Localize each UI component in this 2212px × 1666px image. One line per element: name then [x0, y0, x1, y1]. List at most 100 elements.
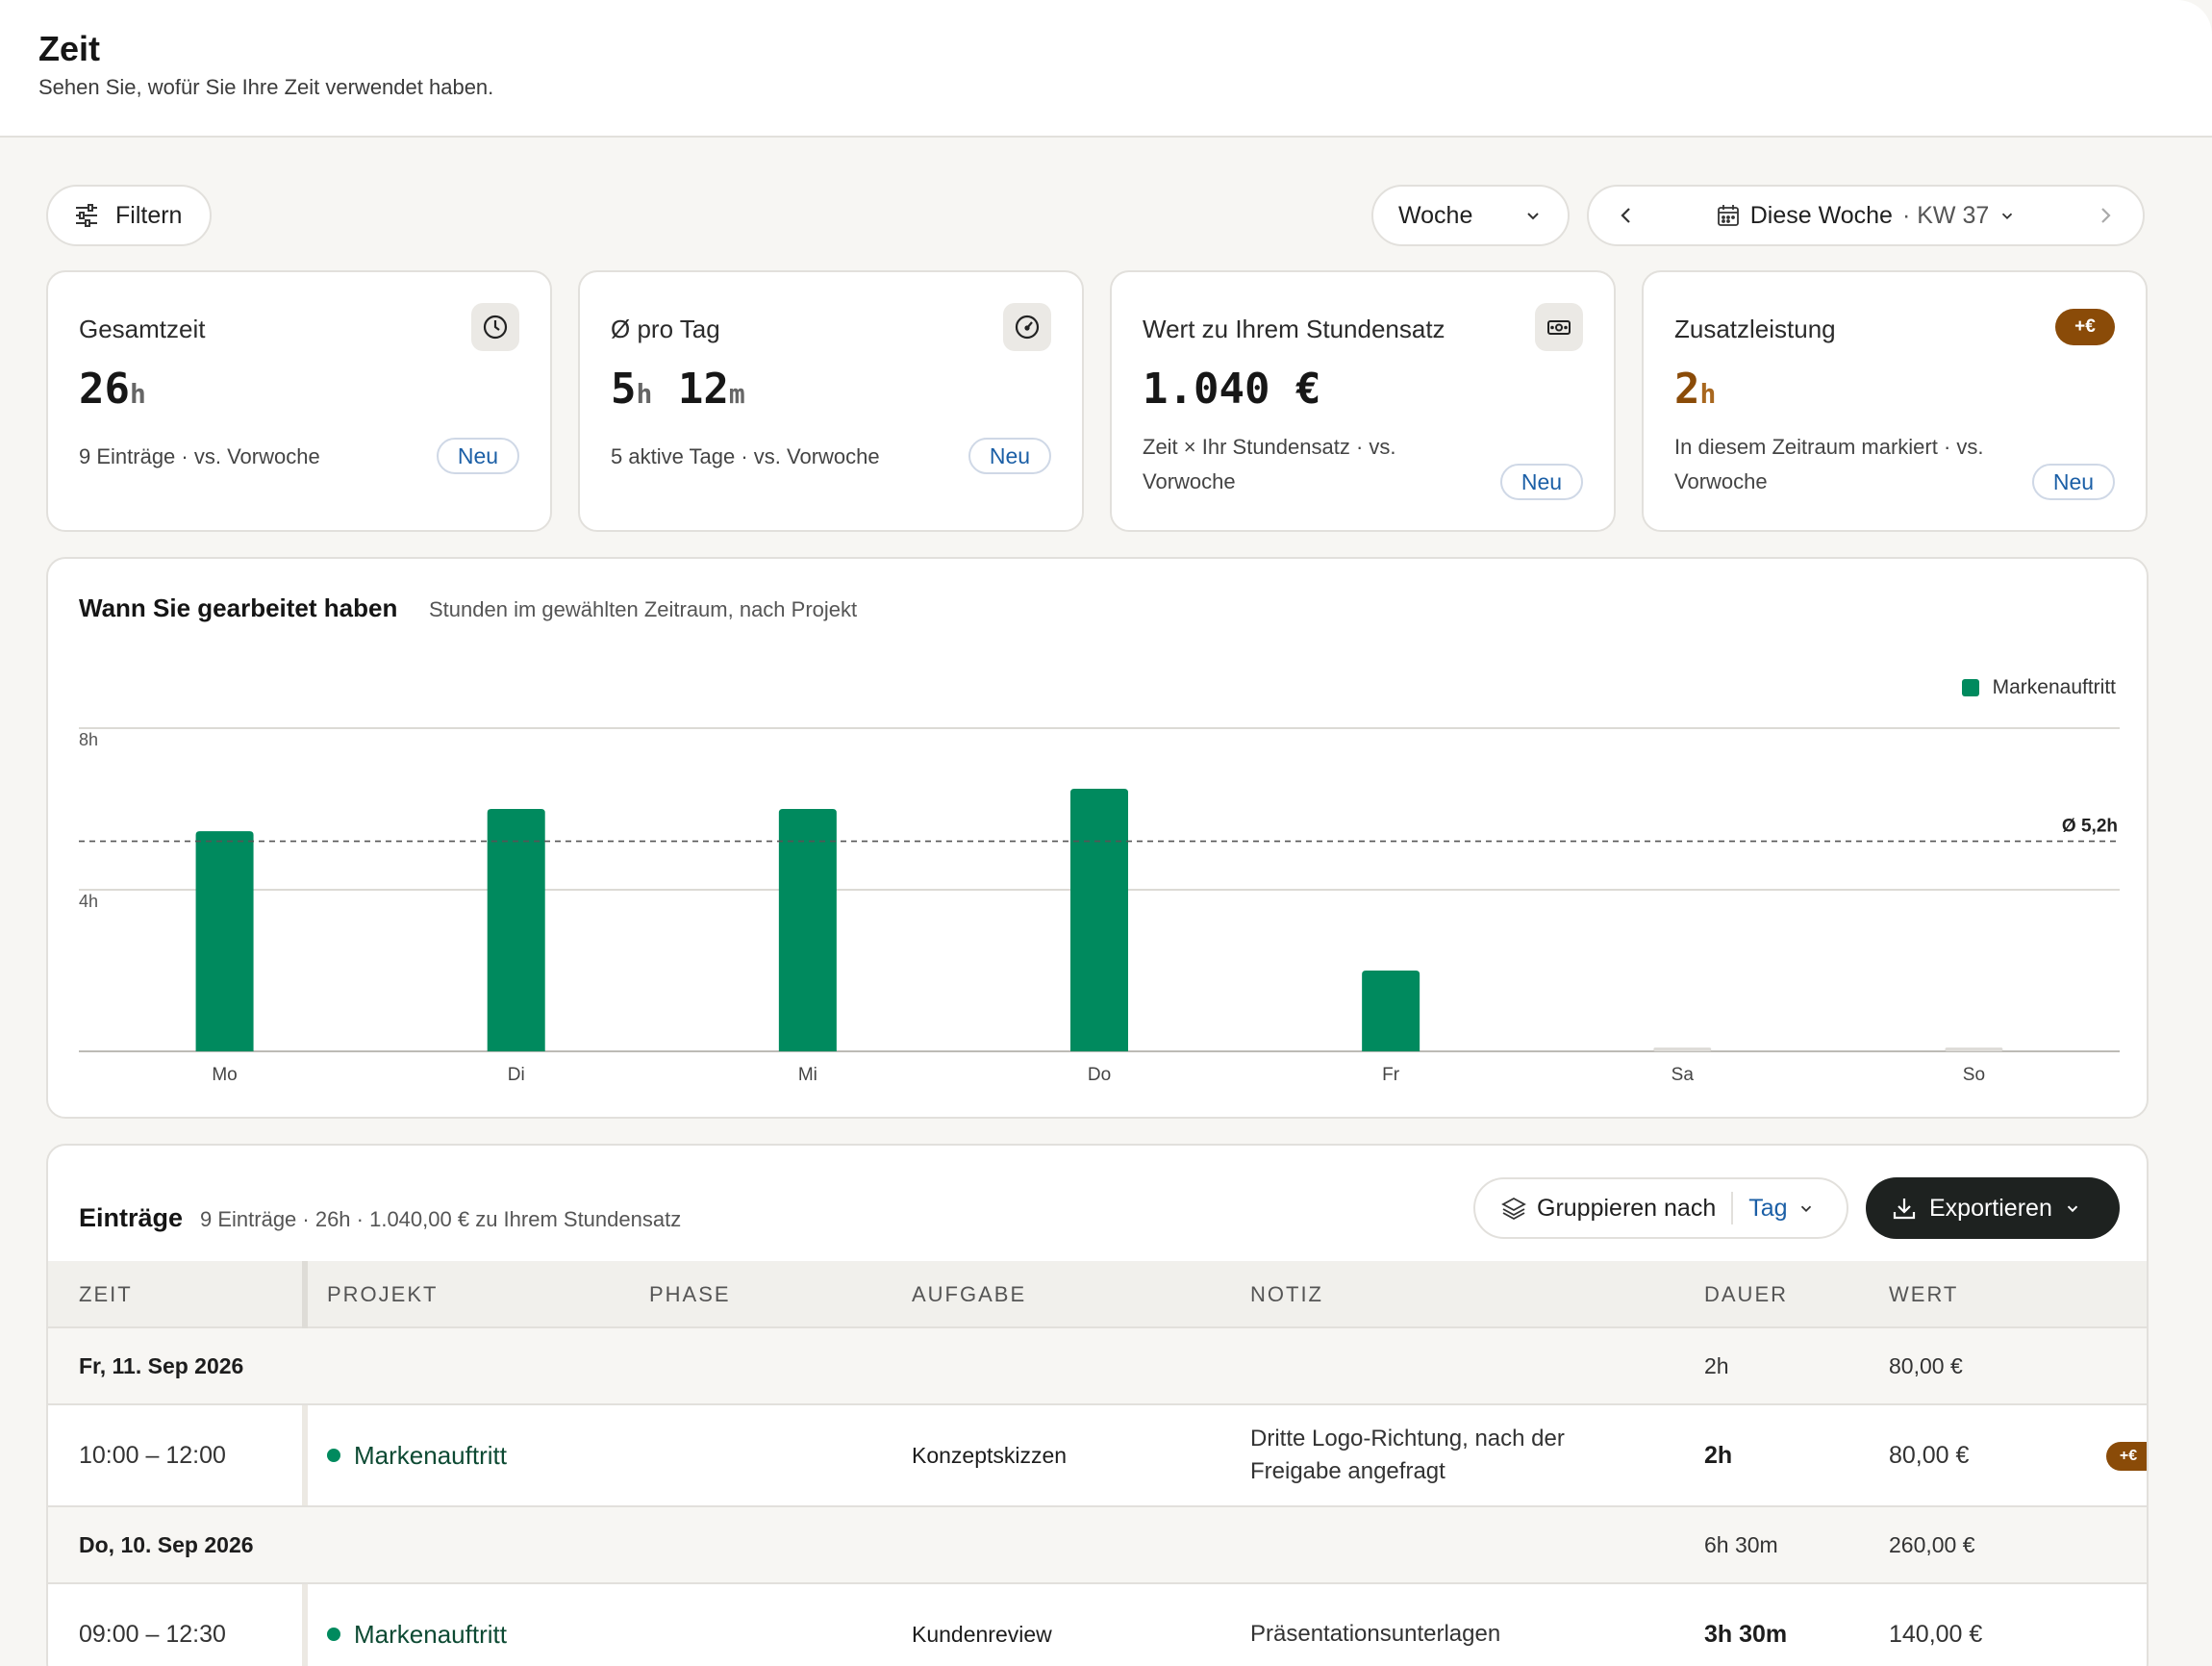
column-resize-handle[interactable] — [302, 1261, 308, 1328]
entry-duration: 3h 30m — [1704, 1620, 1788, 1648]
bar-do — [1070, 789, 1128, 1051]
stat-card-value: 5h 12m — [611, 365, 745, 414]
average-label: Ø 5,2h — [2062, 817, 2118, 837]
column-header-phase[interactable]: PHASE — [649, 1261, 731, 1328]
group-by-value: Tag — [1748, 1194, 1788, 1222]
hours-chart-card: Wann Sie gearbeitet haben Stunden im gew… — [46, 557, 2149, 1119]
column-header-duration[interactable]: DAUER — [1704, 1261, 1788, 1328]
column-header-value[interactable]: WERT — [1889, 1261, 1958, 1328]
day-duration: 6h 30m — [1704, 1531, 1778, 1557]
x-tick-label: Mi — [798, 1065, 817, 1085]
entries-title: Einträge — [79, 1203, 184, 1232]
export-button[interactable]: Exportieren — [1866, 1177, 2120, 1239]
project-color-dot — [327, 1449, 340, 1462]
bar-mo — [195, 831, 254, 1051]
column-header-note[interactable]: NOTIZ — [1250, 1261, 1323, 1328]
x-tick-label: Do — [1088, 1065, 1111, 1085]
entries-summary: 9 Einträge · 26h · 1.040,00 € zu Ihrem S… — [200, 1207, 682, 1231]
new-badge[interactable]: Neu — [1500, 464, 1583, 500]
group-by-label: Gruppieren nach — [1537, 1194, 1717, 1222]
week-label: Diese Woche — [1749, 201, 1893, 229]
entry-duration: 2h — [1704, 1441, 1733, 1469]
bar-mi — [778, 809, 837, 1051]
entry-time: 09:00 – 12:30 — [79, 1620, 226, 1648]
calendar-icon — [1717, 205, 1739, 226]
table-row[interactable]: 09:00 – 12:30 Markenauftritt Kundenrevie… — [48, 1584, 2147, 1666]
stat-card-subtext: In diesem Zeitraum markiert · vs. Vorwoch… — [1674, 435, 1984, 493]
group-by-button[interactable]: Gruppieren nach Tag — [1473, 1177, 1848, 1239]
layers-icon — [1501, 1197, 1526, 1221]
stat-card-title: Gesamtzeit — [79, 315, 206, 343]
day-value: 80,00 € — [1889, 1352, 1963, 1378]
page-title: Zeit — [38, 29, 101, 68]
bar-di — [487, 809, 545, 1051]
bar-sa — [1653, 1048, 1712, 1051]
project-color-dot — [327, 1628, 340, 1641]
day-label: Do, 10. Sep 2026 — [79, 1531, 254, 1557]
stat-card-title: Ø pro Tag — [611, 315, 720, 343]
chevron-down-icon — [2002, 213, 2013, 219]
period-select-value: Woche — [1398, 201, 1473, 229]
page-header: Zeit Sehen Sie, wofür Sie Ihre Zeit verw… — [0, 0, 2212, 138]
gauge-icon — [1003, 303, 1051, 351]
column-header-time[interactable]: ZEIT — [79, 1261, 133, 1328]
filter-label: Filtern — [115, 201, 183, 229]
entry-value: 80,00 € — [1889, 1441, 1970, 1469]
x-tick-label: So — [1963, 1065, 1985, 1085]
banknote-icon — [1535, 303, 1583, 351]
stat-card-value: 2h — [1674, 365, 1717, 414]
download-icon — [1893, 1199, 1916, 1220]
extra-service-badge: +€ — [2106, 1442, 2147, 1471]
week-picker[interactable]: Diese Woche · KW 37 — [1716, 202, 2017, 230]
day-group-row[interactable]: Fr, 11. Sep 2026 2h 80,00 € — [48, 1328, 2147, 1405]
period-select[interactable]: Woche — [1371, 185, 1570, 246]
stat-card-subtext: 9 Einträge · vs. Vorwoche — [79, 444, 320, 468]
x-tick-label: Fr — [1382, 1065, 1400, 1085]
column-header-task[interactable]: AUFGABE — [912, 1261, 1026, 1328]
new-badge[interactable]: Neu — [968, 438, 1051, 474]
filter-button[interactable]: Filtern — [46, 185, 212, 246]
export-label: Exportieren — [1929, 1194, 2052, 1222]
entry-time: 10:00 – 12:00 — [79, 1441, 226, 1469]
week-number: · KW 37 — [1901, 201, 1990, 229]
bar-so — [1945, 1048, 2003, 1051]
y-tick-label: 4h — [79, 892, 98, 911]
stat-card-total-time: Gesamtzeit 26h 9 Einträge · vs. Vorwoche… — [46, 270, 552, 532]
entry-project[interactable]: Markenauftritt — [327, 1584, 507, 1666]
stat-card-avg-per-day: Ø pro Tag 5h 12m 5 aktive Tage · vs. Vor… — [578, 270, 1084, 532]
bar-chart: 8h 4h Mo Di Mi Do Fr Sa So Ø 5,2h — [79, 727, 2120, 1085]
page-subtitle: Sehen Sie, wofür Sie Ihre Zeit verwendet… — [38, 75, 494, 99]
stat-card-title: Zusatzleistung — [1674, 315, 1836, 343]
bar-fr — [1362, 971, 1420, 1051]
day-label: Fr, 11. Sep 2026 — [79, 1352, 244, 1378]
column-header-project[interactable]: PROJEKT — [327, 1261, 438, 1328]
stat-card-title: Wert zu Ihrem Stundensatz — [1143, 315, 1445, 343]
entry-value: 140,00 € — [1889, 1620, 1983, 1648]
y-tick-label: 8h — [79, 730, 98, 749]
stat-card-value: 1.040 € — [1143, 365, 1321, 414]
entry-note: Präsentationsunterlagen — [1250, 1621, 1501, 1647]
clock-icon — [471, 303, 519, 351]
entry-task: Konzeptskizzen — [912, 1442, 1068, 1468]
day-group-row[interactable]: Do, 10. Sep 2026 6h 30m 260,00 € — [48, 1507, 2147, 1584]
day-duration: 2h — [1704, 1352, 1729, 1378]
chevron-left-icon[interactable] — [1616, 205, 1637, 226]
x-tick-label: Sa — [1672, 1065, 1695, 1085]
stat-card-value: 26h — [79, 365, 146, 414]
table-row[interactable]: 10:00 – 12:00 Markenauftritt Konzeptskiz… — [48, 1405, 2147, 1507]
stat-card-subtext: 5 aktive Tage · vs. Vorwoche — [611, 444, 880, 468]
stat-card-subtext: Zeit × Ihr Stundensatz · vs. Vorwoche — [1143, 435, 1396, 493]
entry-project[interactable]: Markenauftritt — [327, 1405, 507, 1505]
x-tick-label: Mo — [212, 1065, 237, 1085]
week-navigator: Diese Woche · KW 37 — [1587, 185, 2145, 246]
new-badge[interactable]: Neu — [2032, 464, 2115, 500]
stat-card-extra-service: Zusatzleistung +€ 2h In diesem Zeitraum … — [1642, 270, 2148, 532]
chevron-right-icon[interactable] — [2095, 205, 2116, 226]
new-badge[interactable]: Neu — [437, 438, 519, 474]
chevron-down-icon — [2067, 1205, 2078, 1213]
day-value: 260,00 € — [1889, 1531, 1975, 1557]
entry-note: Dritte Logo-Richtung, nach der Freigabe a… — [1250, 1426, 1565, 1484]
entry-task: Kundenreview — [912, 1621, 1052, 1647]
x-tick-label: Di — [508, 1065, 525, 1085]
extra-service-badge: +€ — [2055, 309, 2115, 345]
